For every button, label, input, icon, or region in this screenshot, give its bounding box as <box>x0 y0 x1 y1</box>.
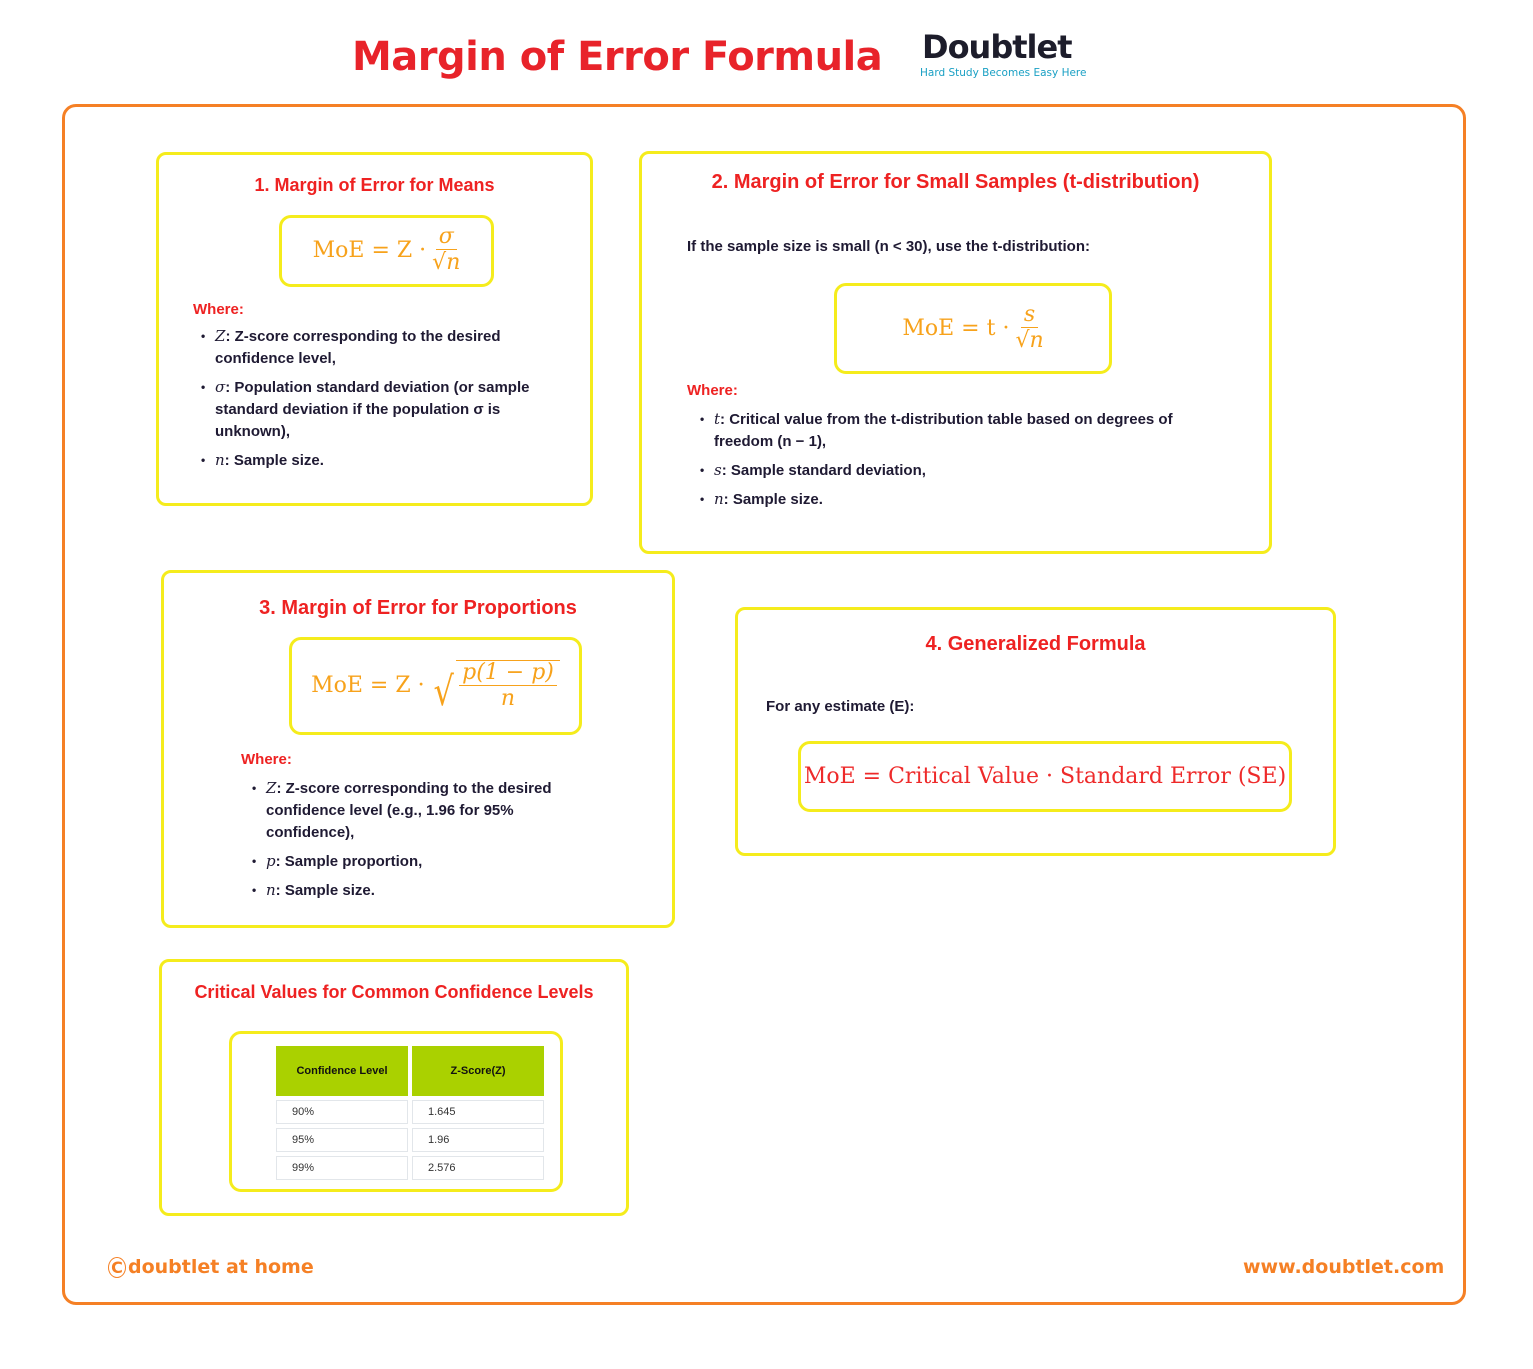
list-item: n: Sample size. <box>692 488 1212 511</box>
formula-lhs: MoE = Z · <box>312 238 427 264</box>
formula-box: MoE = Critical Value · Standard Error (S… <box>798 741 1292 812</box>
logo-tagline: Hard Study Becomes Easy Here <box>920 67 1087 79</box>
fraction: σ √n <box>432 225 460 277</box>
list-item: s: Sample standard deviation, <box>692 459 1212 482</box>
definition-list: Z: Z-score corresponding to the desired … <box>244 777 604 908</box>
numerator: s <box>1020 302 1039 328</box>
table-cell: 1.96 <box>412 1128 544 1152</box>
intro-text: If the sample size is small (n < 30), us… <box>687 238 1091 255</box>
table-row: 90% 1.645 <box>276 1100 544 1124</box>
definition-list: Z: Z-score corresponding to the desired … <box>193 325 563 478</box>
card-title: 4. Generalized Formula <box>925 633 1146 655</box>
definition-list: t: Critical value from the t-distributio… <box>692 408 1212 517</box>
list-item: p: Sample proportion, <box>244 850 604 873</box>
formula-proportions: MoE = Z · √ p(1 − p) n <box>311 659 560 716</box>
list-item: Z: Z-score corresponding to the desired … <box>193 325 563 370</box>
fraction: s √n <box>1015 302 1044 355</box>
column-header: Z-Score(Z) <box>412 1046 544 1096</box>
table-cell: 99% <box>276 1156 408 1180</box>
table-cell: 1.645 <box>412 1100 544 1124</box>
footer-copyright: Cdoubtlet at home <box>108 1256 314 1278</box>
numerator: σ <box>435 225 457 251</box>
formula-box: MoE = Z · σ √n <box>279 215 494 287</box>
card-title: Critical Values for Common Confidence Le… <box>194 982 594 1002</box>
formula-box: MoE = t · s √n <box>834 283 1112 374</box>
table-cell: 2.576 <box>412 1156 544 1180</box>
list-item: t: Critical value from the t-distributio… <box>692 408 1212 453</box>
formula-means: MoE = Z · σ √n <box>313 225 461 277</box>
card-generalized: 4. Generalized Formula For any estimate … <box>735 607 1336 856</box>
denominator: √n <box>432 250 461 276</box>
column-header: Confidence Level <box>276 1046 408 1096</box>
fraction: p(1 − p) n <box>456 659 560 713</box>
doubtlet-logo[interactable]: Doubtlet Hard Study Becomes Easy Here <box>914 28 1086 84</box>
table-row: 99% 2.576 <box>276 1156 544 1180</box>
footer-website-link[interactable]: www.doubtlet.com <box>1243 1256 1444 1278</box>
logo-wordmark: Doubtlet <box>922 28 1072 66</box>
card-proportions: 3. Margin of Error for Proportions MoE =… <box>161 570 675 928</box>
formula-generalized: MoE = Critical Value · Standard Error (S… <box>803 764 1287 789</box>
card-means: 1. Margin of Error for Means MoE = Z · σ… <box>156 152 593 506</box>
formula-box: MoE = Z · √ p(1 − p) n <box>289 637 582 735</box>
card-critical-values: Critical Values for Common Confidence Le… <box>159 959 629 1216</box>
list-item: σ: Population standard deviation (or sam… <box>193 376 563 443</box>
list-item: n: Sample size. <box>193 449 563 472</box>
table-cell: 90% <box>276 1100 408 1124</box>
list-item: n: Sample size. <box>244 879 604 902</box>
where-label: Where: <box>687 382 738 399</box>
numerator: p(1 − p) <box>459 660 557 686</box>
footer-left-text: doubtlet at home <box>128 1256 314 1278</box>
formula-lhs: MoE = Z · <box>311 673 425 699</box>
card-small-samples: 2. Margin of Error for Small Samples (t-… <box>639 151 1272 554</box>
where-label: Where: <box>193 301 244 318</box>
radical-icon: √ <box>433 669 454 716</box>
table-cell: 95% <box>276 1128 408 1152</box>
critical-values-table: Confidence Level Z-Score(Z) 90% 1.645 95… <box>272 1042 548 1184</box>
card-title: 3. Margin of Error for Proportions <box>259 597 577 619</box>
formula-lhs: MoE = t · <box>902 315 1010 341</box>
square-root: √ p(1 − p) n <box>431 659 560 716</box>
intro-text: For any estimate (E): <box>766 698 915 715</box>
copyright-icon: C <box>108 1257 126 1278</box>
page-title: Margin of Error Formula <box>352 34 883 80</box>
formula-t: MoE = t · s √n <box>902 302 1044 355</box>
where-label: Where: <box>241 751 292 768</box>
card-title: 1. Margin of Error for Means <box>254 175 495 195</box>
table-header-row: Confidence Level Z-Score(Z) <box>276 1046 544 1096</box>
table-row: 95% 1.96 <box>276 1128 544 1152</box>
list-item: Z: Z-score corresponding to the desired … <box>244 777 604 844</box>
card-title: 2. Margin of Error for Small Samples (t-… <box>711 171 1200 193</box>
denominator: n <box>500 685 516 711</box>
denominator: √n <box>1015 327 1044 353</box>
